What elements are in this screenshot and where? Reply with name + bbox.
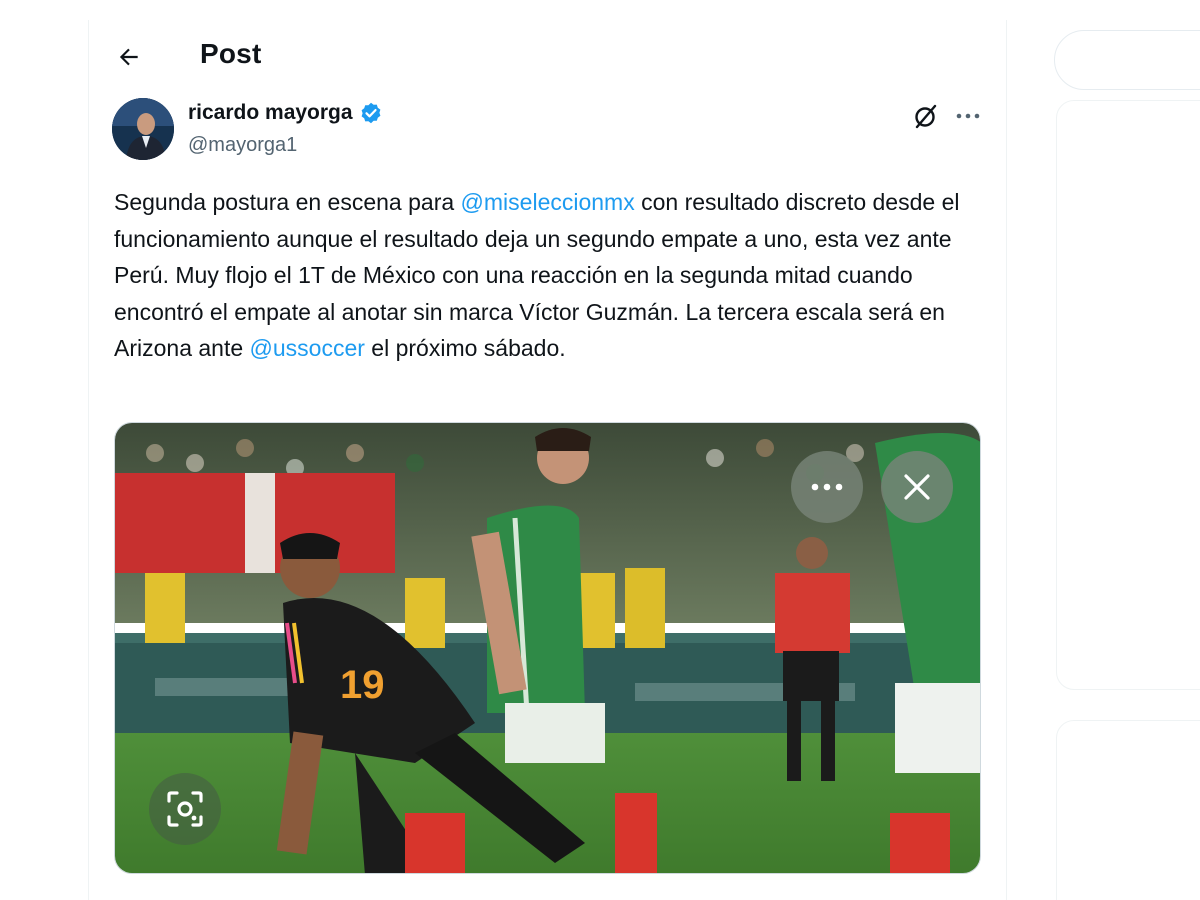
author-name[interactable]: ricardo mayorga: [188, 101, 383, 125]
more-horizontal-icon: [811, 483, 843, 491]
page-title: Post: [200, 38, 262, 69]
tweet-media-image[interactable]: 19: [114, 422, 981, 874]
tweet-text-part1: Segunda postura en escena para: [114, 189, 461, 215]
sidebar-panel: [1056, 100, 1200, 690]
column-divider-left: [88, 20, 89, 900]
author-name-text: ricardo mayorga: [188, 101, 353, 124]
jersey-number: 19: [340, 663, 385, 707]
post-header: Post: [90, 26, 1004, 86]
media-more-button[interactable]: [791, 451, 863, 523]
tweet-text-part3: el próximo sábado.: [364, 335, 566, 362]
sidebar-search-box[interactable]: [1054, 30, 1200, 90]
mention-link-miseleccionmx[interactable]: @miseleccionmx: [461, 189, 635, 215]
grok-icon: [915, 104, 937, 129]
back-button[interactable]: [110, 38, 148, 76]
close-icon: [904, 474, 930, 500]
visual-search-button[interactable]: [149, 773, 221, 845]
tweet-text: Segunda postura en escena para @miselecc…: [114, 184, 994, 367]
avatar[interactable]: [112, 98, 174, 160]
arrow-left-icon: [119, 48, 138, 66]
media-close-button[interactable]: [881, 451, 953, 523]
post-page: Post ricardo mayorga @mayorga1 Segunda p…: [0, 0, 1200, 900]
author-handle[interactable]: @mayorga1: [188, 134, 297, 157]
more-options-button[interactable]: [950, 100, 986, 132]
grok-button[interactable]: [910, 100, 942, 132]
sidebar-panel: [1056, 720, 1200, 900]
mention-link-ussoccer[interactable]: @ussoccer: [250, 335, 365, 361]
visual-search-icon: [167, 791, 203, 827]
verified-badge-icon: [361, 102, 380, 124]
more-horizontal-icon: [956, 113, 980, 119]
column-divider-right: [1006, 20, 1007, 900]
